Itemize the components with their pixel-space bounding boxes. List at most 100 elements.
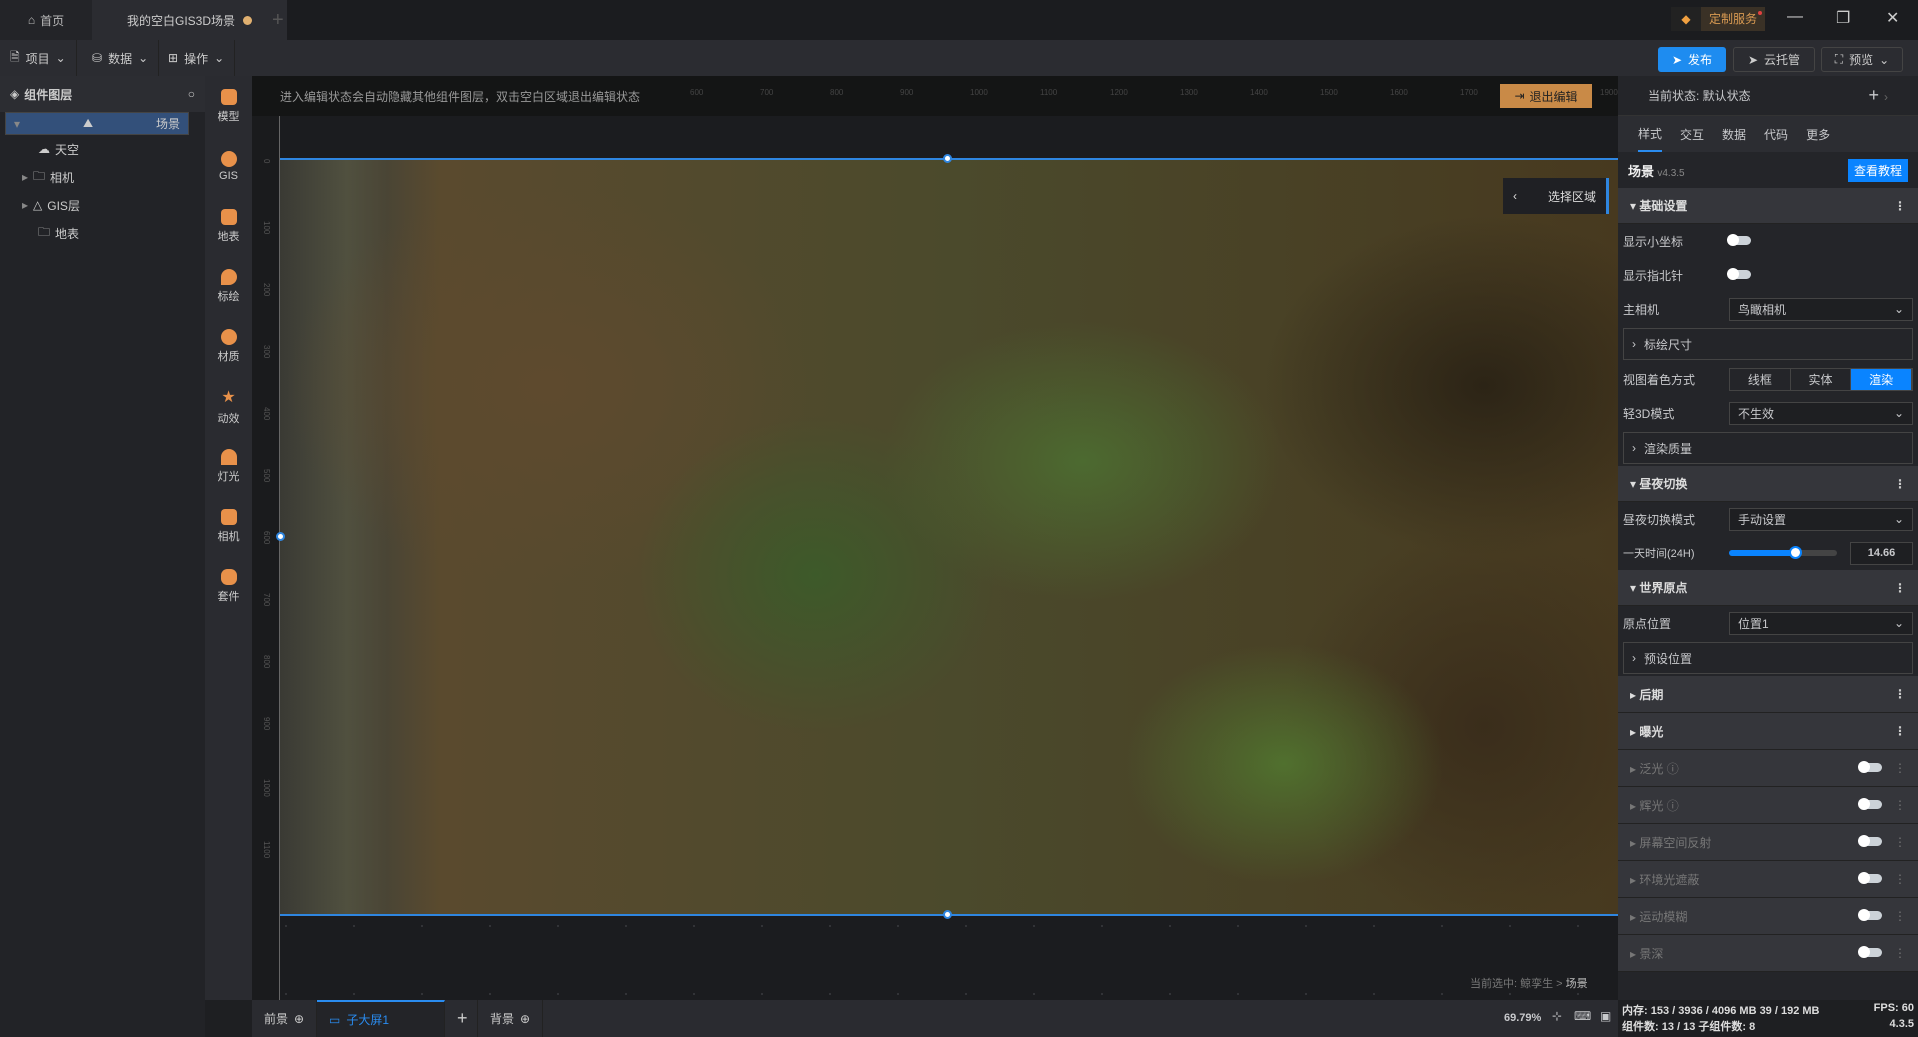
shading-render[interactable]: 渲染 bbox=[1851, 368, 1913, 390]
show-axis-toggle[interactable] bbox=[1727, 234, 1751, 246]
minimize-icon[interactable]: — bbox=[1787, 8, 1803, 26]
tab-data[interactable]: 数据 bbox=[1722, 118, 1746, 151]
terminal-icon[interactable]: ▣ bbox=[1600, 1009, 1611, 1023]
menu-project[interactable]: 🗎 项目 ⌄ bbox=[0, 40, 77, 76]
tab-foreground[interactable]: 前景 ⊕ bbox=[252, 1000, 318, 1037]
preview-button[interactable]: ⛶ 预览 ⌄ bbox=[1821, 47, 1903, 72]
slider-handle[interactable] bbox=[1788, 546, 1802, 559]
chevron-down-icon: ⌄ bbox=[138, 51, 149, 65]
palette-plot[interactable]: 标绘 bbox=[205, 256, 252, 316]
tab-background[interactable]: 背景 ⊕ bbox=[478, 1000, 544, 1037]
restore-icon[interactable]: ❐ bbox=[1836, 8, 1850, 28]
custom-service-button[interactable]: ◆ 定制服务 bbox=[1671, 7, 1766, 31]
effect-row[interactable]: ▸ 环境光遮蔽 ⋮ bbox=[1618, 861, 1918, 898]
effect-row[interactable]: ▸ 运动模糊 ⋮ bbox=[1618, 898, 1918, 935]
effect-toggle[interactable] bbox=[1858, 872, 1882, 884]
layer-item-gis[interactable]: ▸ △ GIS层 bbox=[0, 191, 205, 219]
palette-kit[interactable]: 套件 bbox=[205, 556, 252, 616]
effect-row[interactable]: ▸ 泛光 ⓘ ⋮ bbox=[1618, 750, 1918, 787]
menu-operate[interactable]: ⊞ 操作 ⌄ bbox=[158, 40, 236, 76]
palette-light[interactable]: 灯光 bbox=[205, 436, 252, 496]
layer-item-sky[interactable]: ☁ 天空 bbox=[0, 135, 205, 163]
current-state[interactable]: 当前状态: 默认状态 bbox=[1648, 87, 1751, 104]
caret-right-icon[interactable]: ▸ bbox=[22, 198, 28, 212]
time-slider[interactable] bbox=[1729, 546, 1837, 559]
tab-child-screen[interactable]: ▭ 子大屏1 bbox=[317, 1000, 445, 1037]
add-state-icon[interactable]: + › bbox=[1868, 85, 1888, 106]
help-icon[interactable]: ⓘ bbox=[1667, 799, 1679, 813]
render-quality-group[interactable]: › 渲染质量 bbox=[1623, 432, 1913, 464]
add-circle-icon[interactable]: ⊕ bbox=[520, 1012, 530, 1026]
more-icon[interactable]: ⋮ bbox=[1894, 798, 1906, 812]
fit-screen-icon[interactable]: ⊹ bbox=[1552, 1009, 1562, 1023]
cloud-hosting-button[interactable]: ➤ 云托管 bbox=[1733, 47, 1815, 72]
daynight-mode-select[interactable]: 手动设置 ⌄ bbox=[1729, 507, 1913, 531]
select-area-button[interactable]: ‹ 选择区域 bbox=[1503, 178, 1609, 214]
preset-position-group[interactable]: › 预设位置 bbox=[1623, 642, 1913, 674]
layer-item-camera[interactable]: ▸ 🗀 相机 bbox=[0, 163, 205, 191]
section-origin[interactable]: ▾ 世界原点 ⋮ bbox=[1618, 570, 1918, 606]
palette-gis[interactable]: GIS bbox=[205, 136, 252, 196]
more-icon[interactable]: ⋮ bbox=[1894, 946, 1906, 960]
palette-camera[interactable]: 相机 bbox=[205, 496, 252, 556]
tab-code[interactable]: 代码 bbox=[1764, 118, 1788, 151]
help-icon[interactable]: ⓘ bbox=[1667, 762, 1679, 776]
palette-effect[interactable]: ★ 动效 bbox=[205, 376, 252, 436]
keyboard-icon[interactable]: ⌨ bbox=[1574, 1009, 1591, 1023]
gis-map-view[interactable] bbox=[280, 159, 1618, 915]
menu-data[interactable]: ⛁ 数据 ⌄ bbox=[82, 40, 160, 76]
show-compass-toggle[interactable] bbox=[1727, 268, 1751, 280]
resize-handle[interactable] bbox=[943, 910, 952, 919]
effect-toggle[interactable] bbox=[1858, 761, 1882, 773]
tab-more[interactable]: 更多 bbox=[1806, 118, 1830, 151]
palette-terrain[interactable]: 地表 bbox=[205, 196, 252, 256]
close-icon[interactable]: ✕ bbox=[1886, 8, 1899, 28]
search-icon[interactable]: ○ bbox=[188, 87, 195, 101]
layer-item-scene[interactable]: ▾ ⛰ 场景 bbox=[5, 112, 189, 135]
resize-handle[interactable] bbox=[943, 154, 952, 163]
more-icon[interactable]: ⋮ bbox=[1894, 909, 1906, 923]
more-icon[interactable]: ⋮ bbox=[1894, 835, 1906, 849]
publish-button[interactable]: ➤ 发布 bbox=[1658, 47, 1726, 72]
tutorial-button[interactable]: 查看教程 bbox=[1847, 158, 1908, 182]
tab-style[interactable]: 样式 bbox=[1638, 117, 1663, 152]
section-basic[interactable]: ▾ 基础设置 ⋮ bbox=[1618, 188, 1918, 224]
tab-home[interactable]: ⌂ 首页 bbox=[0, 0, 92, 40]
effect-toggle[interactable] bbox=[1858, 798, 1882, 810]
palette-material[interactable]: 材质 bbox=[205, 316, 252, 376]
section-post[interactable]: ▸ 后期 ⋮ bbox=[1618, 676, 1918, 713]
shading-wireframe[interactable]: 线框 bbox=[1730, 368, 1791, 390]
section-title: 曝光 bbox=[1639, 724, 1664, 739]
palette-model[interactable]: 模型 bbox=[205, 76, 252, 136]
effect-toggle[interactable] bbox=[1858, 946, 1882, 958]
effect-toggle[interactable] bbox=[1858, 835, 1882, 847]
add-screen-button[interactable]: + bbox=[445, 1000, 478, 1037]
light3d-select[interactable]: 不生效 ⌄ bbox=[1729, 401, 1913, 425]
section-exposure[interactable]: ▸ 曝光 ⋮ bbox=[1618, 713, 1918, 750]
tab-interaction[interactable]: 交互 bbox=[1680, 118, 1704, 151]
main-camera-select[interactable]: 鸟瞰相机 ⌄ bbox=[1729, 297, 1913, 321]
exit-edit-button[interactable]: ⇥ 退出编辑 bbox=[1500, 84, 1592, 108]
time-input[interactable]: 14.66 bbox=[1850, 541, 1913, 565]
effect-toggle[interactable] bbox=[1858, 909, 1882, 921]
more-icon[interactable]: ⋮ bbox=[1894, 477, 1906, 491]
more-icon[interactable]: ⋮ bbox=[1894, 724, 1906, 738]
more-icon[interactable]: ⋮ bbox=[1894, 687, 1906, 701]
effect-row[interactable]: ▸ 屏幕空间反射 ⋮ bbox=[1618, 824, 1918, 861]
more-icon[interactable]: ⋮ bbox=[1894, 199, 1906, 213]
effect-row[interactable]: ▸ 景深 ⋮ bbox=[1618, 935, 1918, 972]
more-icon[interactable]: ⋮ bbox=[1894, 761, 1906, 775]
resize-handle[interactable] bbox=[276, 532, 285, 541]
caret-right-icon[interactable]: ▸ bbox=[22, 170, 28, 184]
section-daynight[interactable]: ▾ 昼夜切换 ⋮ bbox=[1618, 466, 1918, 502]
add-tab-button[interactable]: + bbox=[272, 0, 302, 40]
more-icon[interactable]: ⋮ bbox=[1894, 581, 1906, 595]
effect-row[interactable]: ▸ 辉光 ⓘ ⋮ bbox=[1618, 787, 1918, 824]
layer-item-terrain[interactable]: 🗀 地表 bbox=[0, 219, 205, 247]
shading-solid[interactable]: 实体 bbox=[1791, 368, 1852, 390]
add-circle-icon[interactable]: ⊕ bbox=[294, 1012, 304, 1026]
origin-position-select[interactable]: 位置1 ⌄ bbox=[1729, 611, 1913, 635]
plot-size-group[interactable]: › 标绘尺寸 bbox=[1623, 328, 1913, 360]
more-icon[interactable]: ⋮ bbox=[1894, 872, 1906, 886]
tab-scene[interactable]: 我的空白GIS3D场景 bbox=[92, 0, 287, 40]
